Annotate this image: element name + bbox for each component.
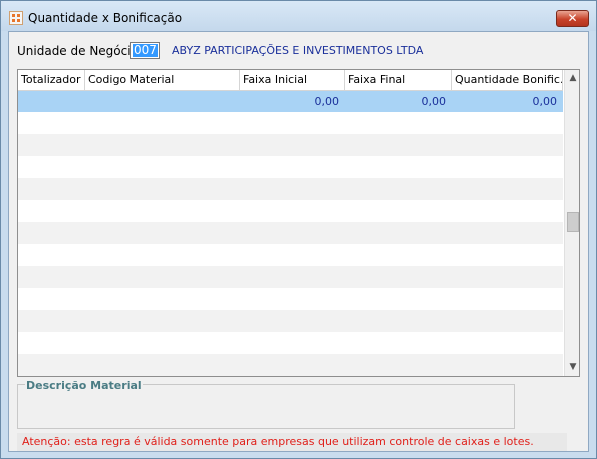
scrollbar-thumb[interactable]	[567, 212, 579, 232]
business-unit-label: Unidade de Negócio	[17, 44, 138, 58]
cell-quantidade[interactable]: 0,00	[452, 91, 563, 112]
business-unit-name: ABYZ PARTICIPAÇÕES E INVESTIMENTOS LTDA	[172, 44, 424, 57]
window-title: Quantidade x Bonificação	[28, 11, 183, 25]
table-row[interactable]	[18, 200, 563, 222]
business-unit-code-field[interactable]: 007	[130, 42, 160, 59]
material-description-title: Descrição Material	[25, 379, 143, 392]
table-row[interactable]	[18, 134, 563, 156]
dialog-window: Quantidade x Bonificação ✕ Unidade de Ne…	[0, 0, 597, 459]
dialog-content: Unidade de Negócio 007 ABYZ PARTICIPAÇÕE…	[8, 31, 589, 452]
grid-header: Totalizador Codigo Material Faixa Inicia…	[18, 70, 563, 91]
scroll-down-icon[interactable]: ▼	[565, 359, 579, 376]
business-unit-code-value: 007	[133, 43, 158, 57]
warning-bar: Atenção: esta regra é válida somente par…	[17, 433, 567, 451]
material-description-group: Descrição Material	[17, 379, 515, 429]
table-row-selected[interactable]: 0,00 0,00 0,00	[18, 91, 563, 112]
table-row[interactable]	[18, 266, 563, 288]
table-row[interactable]	[18, 288, 563, 310]
cell-faixa-final[interactable]: 0,00	[345, 91, 452, 112]
table-row[interactable]	[18, 332, 563, 354]
scroll-up-icon[interactable]: ▲	[565, 70, 579, 87]
column-header-codigo-material[interactable]: Codigo Material	[85, 70, 240, 90]
title-bar[interactable]: Quantidade x Bonificação ✕	[1, 1, 596, 31]
column-header-totalizador[interactable]: Totalizador	[18, 70, 85, 90]
close-icon: ✕	[567, 11, 578, 25]
grid-rows: 0,00 0,00 0,00	[18, 91, 563, 376]
table-row[interactable]	[18, 156, 563, 178]
table-row[interactable]	[18, 354, 563, 376]
table-row[interactable]	[18, 112, 563, 134]
cell-faixa-inicial[interactable]: 0,00	[240, 91, 345, 112]
grid-vertical-scrollbar[interactable]: ▲ ▼	[564, 70, 579, 376]
app-icon	[9, 11, 23, 25]
bonus-grid[interactable]: Totalizador Codigo Material Faixa Inicia…	[17, 69, 580, 377]
column-header-quantidade[interactable]: Quantidade Bonific...	[452, 70, 563, 90]
table-row[interactable]	[18, 222, 563, 244]
close-button[interactable]: ✕	[556, 10, 589, 27]
column-header-faixa-inicial[interactable]: Faixa Inicial	[240, 70, 345, 90]
warning-message: Atenção: esta regra é válida somente par…	[22, 435, 534, 448]
table-row[interactable]	[18, 244, 563, 266]
column-header-faixa-final[interactable]: Faixa Final	[345, 70, 452, 90]
table-row[interactable]	[18, 178, 563, 200]
table-row[interactable]	[18, 310, 563, 332]
